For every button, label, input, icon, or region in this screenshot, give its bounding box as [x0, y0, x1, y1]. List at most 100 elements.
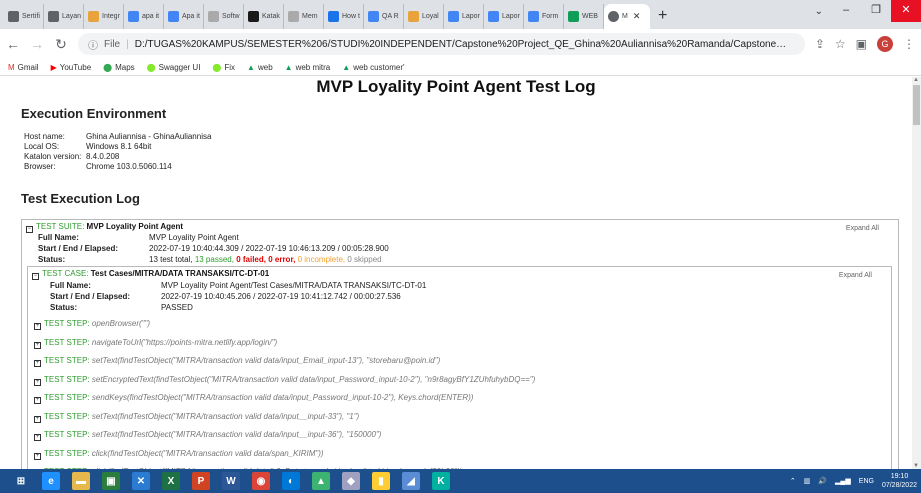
tab-item[interactable]: apa it	[124, 4, 164, 29]
scrollbar-thumb[interactable]	[913, 85, 920, 125]
powerpoint-icon[interactable]: P	[186, 469, 216, 493]
back-button[interactable]: ←	[6, 36, 20, 52]
reload-button[interactable]: ↻	[54, 36, 68, 53]
signal-icon[interactable]: ▂▄▆	[835, 477, 851, 485]
env-key: Local OS:	[24, 142, 60, 151]
start-button[interactable]: ⊞	[6, 469, 36, 493]
tab-active[interactable]: M ✕	[604, 4, 650, 29]
collapse-icon[interactable]: −	[26, 226, 33, 233]
page-scrollbar[interactable]: ▲ ▼	[912, 77, 921, 469]
suite-header[interactable]: − TEST SUITE: MVP Loyality Point Agent	[26, 222, 183, 233]
test-step-row[interactable]: + TEST STEP: navigateToUrl("https://point…	[34, 338, 277, 349]
side-panel-icon[interactable]: ▣	[856, 37, 867, 51]
app-icon-glyph: ▮	[372, 472, 390, 490]
test-step-row[interactable]: + TEST STEP: setEncryptedText(findTestObj…	[34, 375, 535, 386]
expand-step-icon[interactable]: +	[34, 452, 41, 460]
case-header[interactable]: − TEST CASE: Test Cases/MITRA/DATA TRANSA…	[32, 269, 269, 280]
ie-icon[interactable]: e	[36, 469, 66, 493]
close-tab-icon[interactable]: ✕	[633, 11, 641, 22]
step-command: openBrowser("")	[91, 319, 151, 328]
expand-step-icon[interactable]: +	[34, 397, 41, 404]
url-text[interactable]: D:/TUGAS%20KAMPUS/SEMESTER%206/STUDI%20I…	[135, 39, 795, 50]
expand-step-icon[interactable]: +	[34, 323, 41, 330]
word-icon[interactable]: W	[216, 469, 246, 493]
close-window-button[interactable]: ✕	[891, 0, 921, 22]
tab-item[interactable]: Softw	[204, 4, 244, 29]
tab-item[interactable]: WEB	[564, 4, 604, 29]
test-step-row[interactable]: + TEST STEP: openBrowser("")	[34, 319, 150, 330]
expand-step-icon[interactable]: +	[34, 360, 41, 367]
tab-item[interactable]: Sertifi	[4, 4, 44, 29]
expand-step-icon[interactable]: +	[34, 378, 41, 386]
env-row: Host name: Ghina Auliannisa - GhinaAulian…	[24, 132, 211, 142]
expand-step-icon[interactable]: +	[34, 415, 41, 423]
tab-item[interactable]: Apa it	[164, 4, 204, 29]
expand-step-icon[interactable]: +	[34, 341, 41, 349]
tab-search-chevron-icon[interactable]: ⌄	[815, 6, 823, 17]
tab-item[interactable]: Layan	[44, 4, 84, 29]
tray-arrow-icon[interactable]: ⌃	[790, 477, 796, 485]
suite-full-name: MVP Loyality Point Agent	[149, 233, 239, 242]
menu-dots-icon[interactable]: ⋮	[903, 37, 915, 51]
edge-icon[interactable]: ◐	[276, 469, 306, 493]
tab-item[interactable]: Integr	[84, 4, 124, 29]
case-expand-all-link[interactable]: Expand All	[839, 272, 872, 279]
bookmark-item[interactable]: ⬤ Fix	[212, 63, 235, 72]
excel-icon[interactable]: X	[156, 469, 186, 493]
profile-avatar[interactable]: G	[877, 36, 893, 52]
test-step-row[interactable]: + TEST STEP: setText(findTestObject("MITR…	[34, 412, 359, 423]
tab-item[interactable]: Lapor	[444, 4, 484, 29]
maximize-button[interactable]: ❐	[861, 0, 891, 22]
app-icon[interactable]: ▲	[306, 469, 336, 493]
clock[interactable]: 19:10 07/28/2022	[882, 472, 917, 490]
bookmark-star-icon[interactable]: ☆	[835, 37, 846, 51]
network-icon[interactable]: ▥	[804, 477, 811, 485]
test-step-row[interactable]: +TEST STEP: click(findTestObject("MITRA/…	[34, 449, 324, 460]
bookmark-item[interactable]: M Gmail	[8, 63, 39, 72]
app-icon-glyph: ◢	[402, 472, 420, 490]
chrome-icon[interactable]: ◉	[246, 469, 276, 493]
tab-item[interactable]: Mem	[284, 4, 324, 29]
bookmark-item[interactable]: ⬤ Maps	[103, 63, 135, 72]
scroll-up-icon[interactable]: ▲	[913, 77, 919, 83]
language-indicator[interactable]: ENG	[859, 478, 874, 485]
test-step-row[interactable]: + TEST STEP: setText(findTestObject("MITR…	[34, 430, 381, 441]
test-step-row[interactable]: + TEST STEP: sendKeys(findTestObject("MIT…	[34, 393, 473, 404]
app-icon[interactable]: ◢	[396, 469, 426, 493]
tab-item[interactable]: Form	[524, 4, 564, 29]
katalon-icon[interactable]: K	[426, 469, 456, 493]
app-icon[interactable]: ◆	[336, 469, 366, 493]
case-status-label: Status:	[50, 303, 78, 312]
tab-item[interactable]: Lapor	[484, 4, 524, 29]
collapse-icon[interactable]: −	[32, 273, 39, 280]
tab-item[interactable]: How t	[324, 4, 364, 29]
info-icon[interactable]: ⓘ	[88, 37, 98, 52]
tab-item[interactable]: Loyal	[404, 4, 444, 29]
address-bar[interactable]: ⓘ File | D:/TUGAS%20KAMPUS/SEMESTER%206/…	[78, 33, 805, 55]
web-icon: ▲	[247, 62, 255, 72]
bookmark-item[interactable]: ▲ web customer'	[342, 63, 404, 72]
step-label: TEST STEP:	[44, 430, 90, 439]
bookmark-item[interactable]: ▲ web mitra	[285, 63, 331, 72]
new-tab-button[interactable]: +	[658, 7, 667, 25]
forward-button[interactable]: →	[30, 36, 44, 52]
app-icon[interactable]: ▮	[366, 469, 396, 493]
share-icon[interactable]: ⇪	[815, 37, 825, 51]
minimize-button[interactable]: –	[831, 0, 861, 22]
bookmark-item[interactable]: ▶ YouTube	[51, 63, 92, 72]
test-step-row[interactable]: + TEST STEP: setText(findTestObject("MITR…	[34, 356, 440, 367]
tab-item[interactable]: QA R	[364, 4, 404, 29]
bookmark-item[interactable]: ⬤ Swagger UI	[147, 63, 201, 72]
web-icon: ▲	[284, 62, 293, 72]
suite-expand-all-link[interactable]: Expand All	[846, 225, 879, 232]
step-command: setText(findTestObject("MITRA/transactio…	[91, 430, 382, 439]
store-icon[interactable]: ▣	[96, 469, 126, 493]
tab-label: Lapor	[502, 13, 520, 20]
expand-step-icon[interactable]: +	[34, 434, 41, 441]
tab-label: Layan	[62, 13, 82, 20]
tab-item[interactable]: Katak	[244, 4, 284, 29]
volume-icon[interactable]: 🔊	[818, 477, 827, 485]
vscode-icon[interactable]: ✕	[126, 469, 156, 493]
bookmark-item[interactable]: ▲ web	[247, 63, 273, 72]
explorer-icon[interactable]: ▬	[66, 469, 96, 493]
